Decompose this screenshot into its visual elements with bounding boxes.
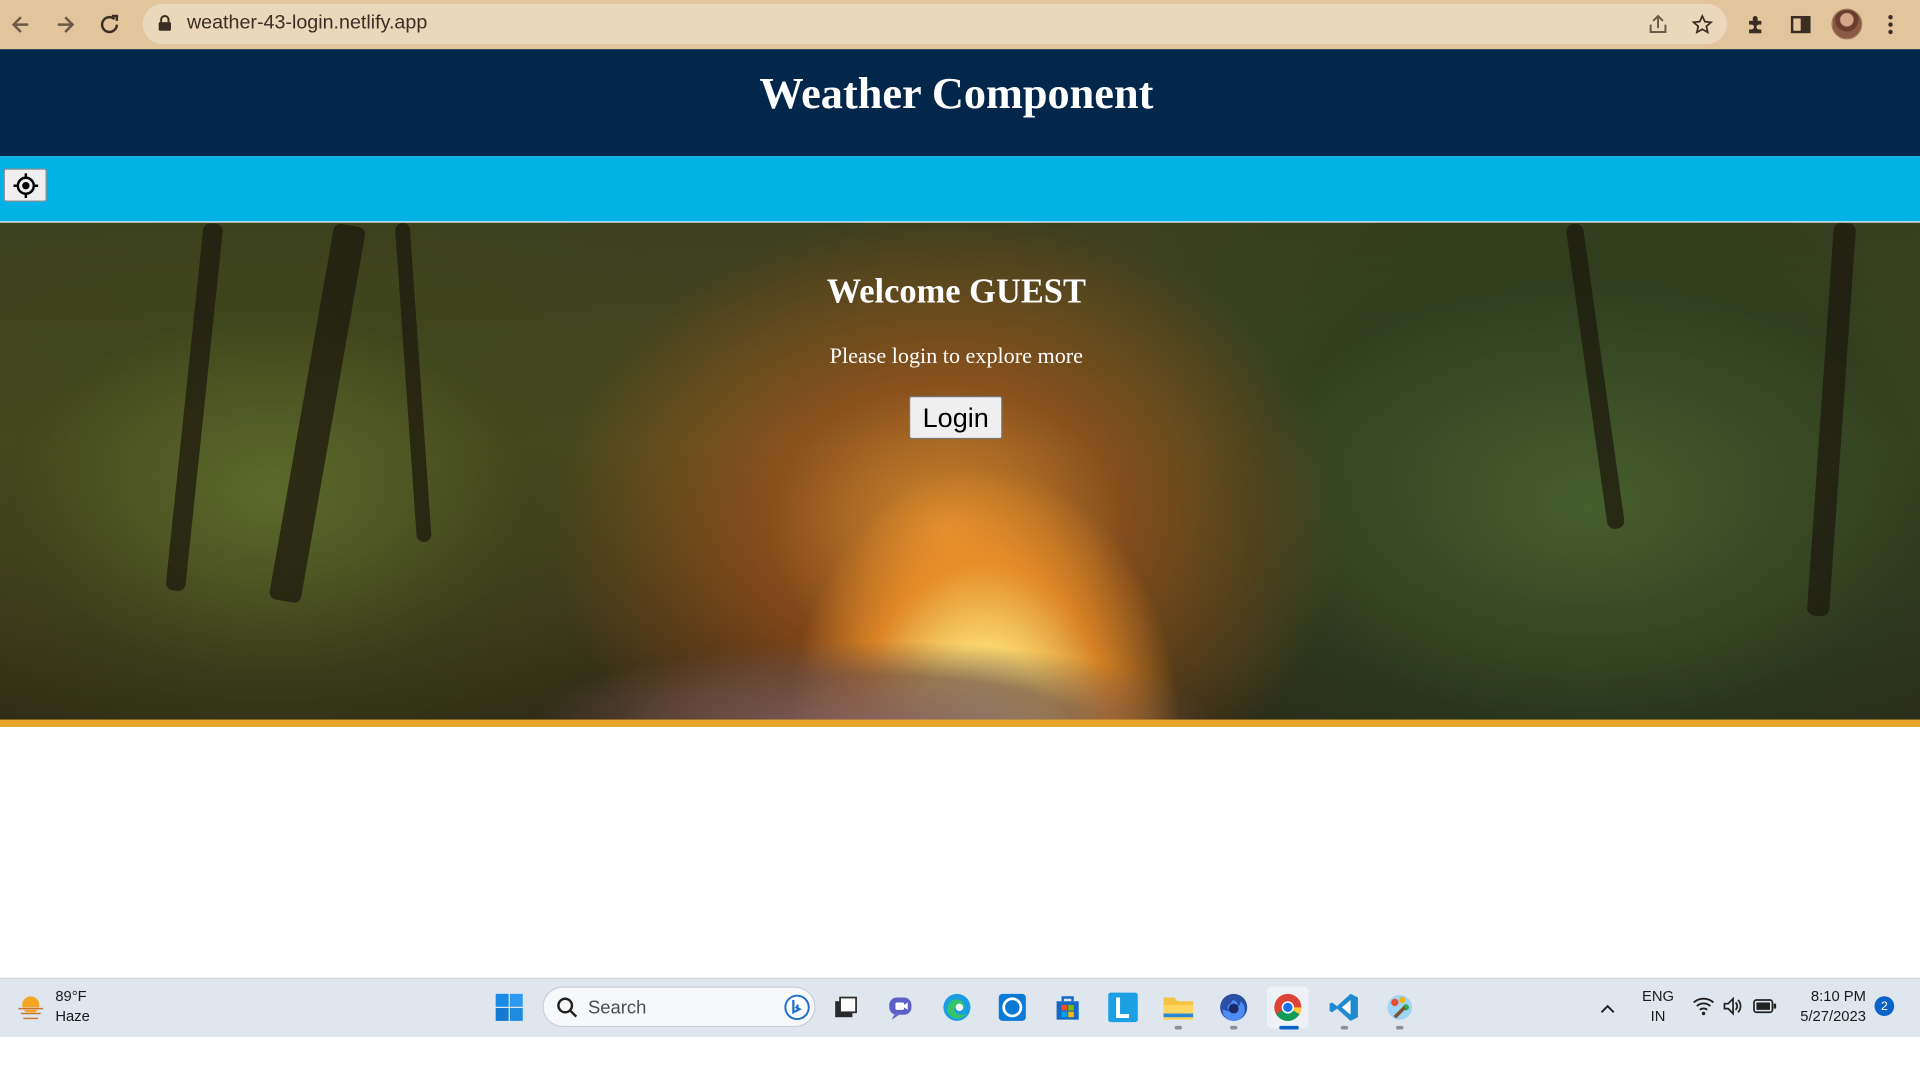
browser-toolbar: weather-43-login.netlify.app	[0, 0, 1920, 50]
search-placeholder: Search	[587, 997, 647, 1019]
language-line2[interactable]: IN	[1640, 1007, 1677, 1024]
haze-sun-icon[interactable]	[16, 994, 46, 1021]
running-indicator	[1174, 1025, 1183, 1030]
reload-icon	[100, 14, 119, 34]
current-location-button[interactable]	[3, 168, 47, 202]
cortana-icon[interactable]	[991, 986, 1033, 1028]
notification-badge[interactable]: 2	[1874, 996, 1895, 1016]
reload-button[interactable]	[92, 7, 126, 41]
share-icon[interactable]	[1646, 12, 1671, 37]
back-button[interactable]	[4, 7, 38, 41]
bing-chat-icon	[784, 994, 810, 1021]
search-icon	[557, 997, 578, 1018]
l-app-icon[interactable]	[1102, 986, 1144, 1028]
running-indicator	[1230, 1025, 1238, 1030]
clock-date[interactable]: 5/27/2023	[1790, 1007, 1866, 1024]
clock-time[interactable]: 8:10 PM	[1790, 988, 1866, 1005]
taskbar-search[interactable]: Search	[542, 986, 816, 1028]
bookmark-star-icon[interactable]	[1690, 12, 1715, 37]
windows-start-icon[interactable]	[488, 986, 530, 1028]
location-bar	[0, 156, 1920, 222]
chevron-up-icon[interactable]	[1599, 999, 1616, 1021]
battery-icon[interactable]	[1753, 998, 1778, 1021]
volume-icon[interactable]	[1722, 996, 1744, 1022]
weather-condition[interactable]: Haze	[55, 1007, 89, 1024]
edge-icon[interactable]	[936, 986, 978, 1028]
profile-avatar[interactable]	[1831, 8, 1863, 40]
welcome-heading: Welcome GUEST	[826, 273, 1086, 312]
running-indicator	[1340, 1025, 1349, 1030]
firefox-icon[interactable]	[1213, 986, 1255, 1028]
chat-icon[interactable]	[881, 986, 923, 1028]
url-text: weather-43-login.netlify.app	[186, 12, 428, 34]
file-explorer-icon[interactable]	[1157, 986, 1199, 1028]
arrow-right-icon	[57, 16, 75, 33]
vscode-icon[interactable]	[1323, 986, 1365, 1028]
menu-kebab-icon[interactable]	[1876, 10, 1906, 40]
hero-border	[0, 719, 1920, 727]
weather-temperature[interactable]: 89°F	[55, 988, 86, 1005]
screen: weather-43-login.netlify.app Weather Com…	[0, 0, 1920, 1080]
crosshair-gps-icon	[12, 172, 38, 198]
address-bar[interactable]: weather-43-login.netlify.app	[142, 3, 1727, 45]
forward-button[interactable]	[48, 7, 82, 41]
extensions-puzzle-icon[interactable]	[1742, 10, 1772, 40]
wifi-icon[interactable]	[1692, 996, 1715, 1022]
arrow-left-icon	[11, 16, 29, 33]
running-indicator	[1396, 1025, 1404, 1030]
language-line1[interactable]: ENG	[1640, 988, 1677, 1005]
active-indicator	[1279, 1025, 1299, 1030]
lock-icon	[158, 15, 171, 31]
store-icon[interactable]	[1047, 986, 1089, 1028]
page-title: Weather Component	[759, 68, 1154, 119]
login-prompt: Please login to explore more	[829, 343, 1083, 368]
login-button[interactable]: Login	[908, 396, 1003, 440]
side-panel-icon[interactable]	[1786, 10, 1816, 40]
chrome-icon[interactable]	[1266, 986, 1309, 1029]
paint-icon[interactable]	[1379, 986, 1421, 1028]
task-view-icon[interactable]	[824, 986, 866, 1028]
